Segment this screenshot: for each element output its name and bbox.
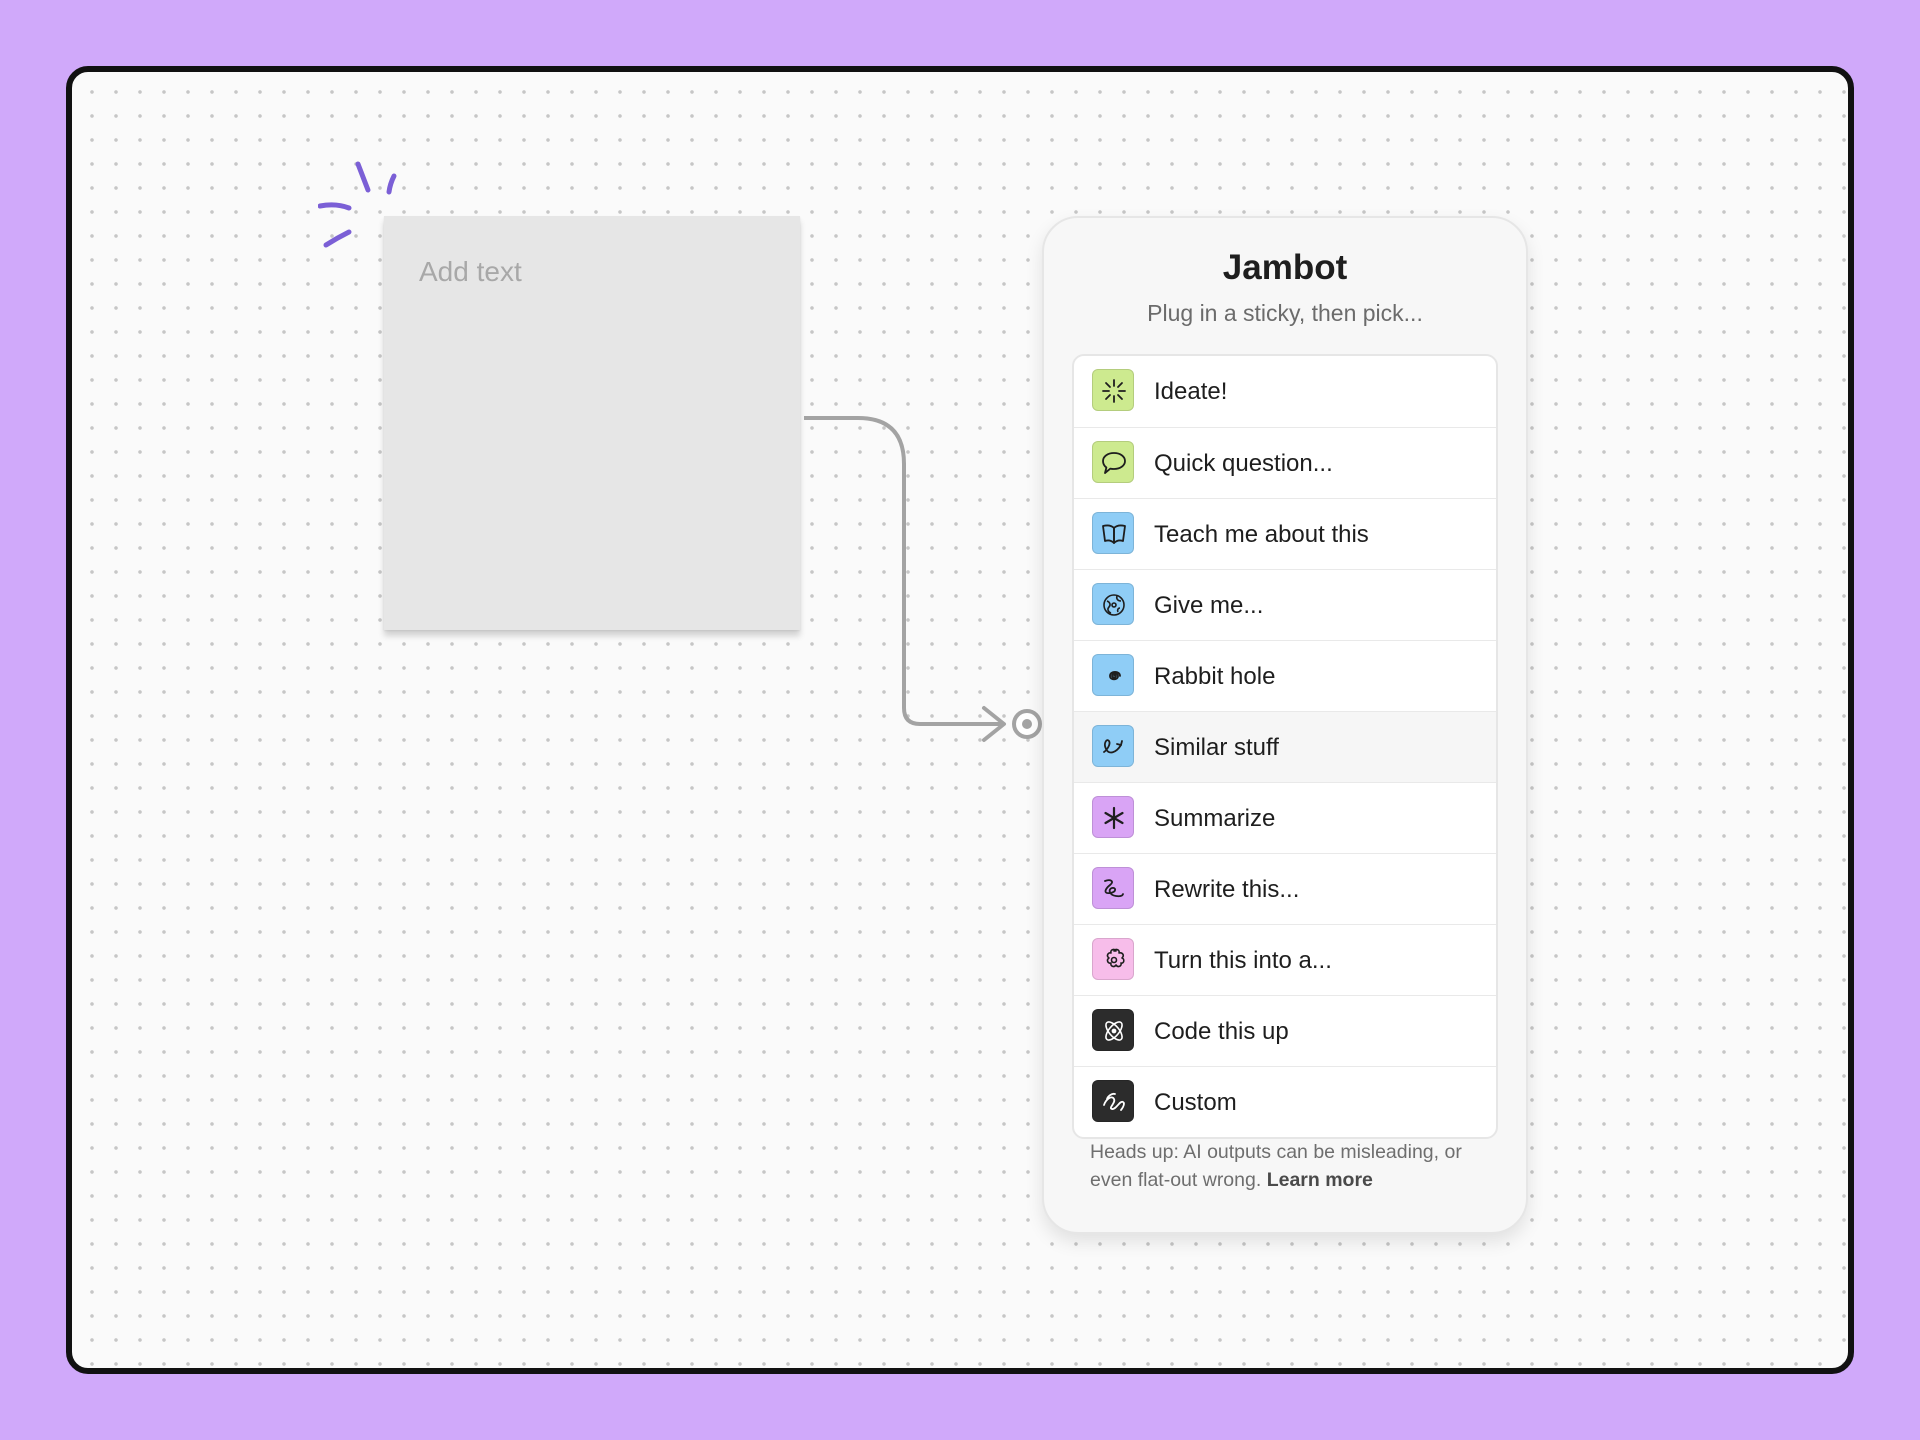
globe-icon [1092, 583, 1134, 625]
learn-more-link[interactable]: Learn more [1267, 1169, 1373, 1191]
spiral-icon [1092, 654, 1134, 696]
flower-icon [1092, 938, 1134, 980]
loop-arrow-icon [1092, 725, 1134, 767]
whiteboard-canvas[interactable]: Add text Jambot Plug in a sticky, then p… [66, 66, 1854, 1374]
menu-item-quick-question[interactable]: Quick question... [1074, 427, 1496, 498]
menu-item-label: Summarize [1154, 805, 1276, 832]
menu-item-label: Give me... [1154, 592, 1264, 619]
jambot-action-list: Ideate! Quick question... Teach me about… [1072, 354, 1498, 1139]
menu-item-summarize[interactable]: Summarize [1074, 782, 1496, 853]
atom-icon [1092, 1009, 1134, 1051]
menu-item-label: Teach me about this [1154, 521, 1369, 548]
menu-item-similar-stuff[interactable]: Similar stuff [1074, 711, 1496, 782]
connector-port [1012, 709, 1042, 739]
menu-item-label: Turn this into a... [1154, 947, 1332, 974]
sparkle-icon [1092, 369, 1134, 411]
menu-item-label: Rabbit hole [1154, 663, 1276, 690]
menu-item-label: Quick question... [1154, 450, 1333, 477]
asterisk-icon [1092, 796, 1134, 838]
panel-title: Jambot [1222, 248, 1348, 287]
menu-item-rabbit-hole[interactable]: Rabbit hole [1074, 640, 1496, 711]
menu-item-custom[interactable]: Custom [1074, 1066, 1496, 1137]
ai-disclaimer: Heads up: AI outputs can be misleading, … [1090, 1138, 1486, 1194]
menu-item-turn-into[interactable]: Turn this into a... [1074, 924, 1496, 995]
scribble-icon [1092, 867, 1134, 909]
menu-item-give-me[interactable]: Give me... [1074, 569, 1496, 640]
menu-item-label: Ideate! [1154, 378, 1228, 405]
menu-item-label: Rewrite this... [1154, 876, 1300, 903]
sticky-placeholder[interactable]: Add text [419, 256, 522, 288]
speech-bubble-icon [1092, 441, 1134, 483]
menu-item-label: Code this up [1154, 1018, 1289, 1045]
jambot-panel: Jambot Plug in a sticky, then pick... Id… [1042, 216, 1528, 1234]
squiggle-icon [1092, 1080, 1134, 1122]
sticky-note[interactable]: Add text [384, 216, 800, 630]
panel-subtitle: Plug in a sticky, then pick... [1147, 300, 1423, 326]
menu-item-code-this-up[interactable]: Code this up [1074, 995, 1496, 1066]
menu-item-rewrite[interactable]: Rewrite this... [1074, 853, 1496, 924]
menu-item-label: Custom [1154, 1089, 1237, 1116]
menu-item-label: Similar stuff [1154, 734, 1279, 761]
menu-item-teach-me[interactable]: Teach me about this [1074, 498, 1496, 569]
open-book-icon [1092, 512, 1134, 554]
menu-item-ideate[interactable]: Ideate! [1074, 356, 1496, 427]
